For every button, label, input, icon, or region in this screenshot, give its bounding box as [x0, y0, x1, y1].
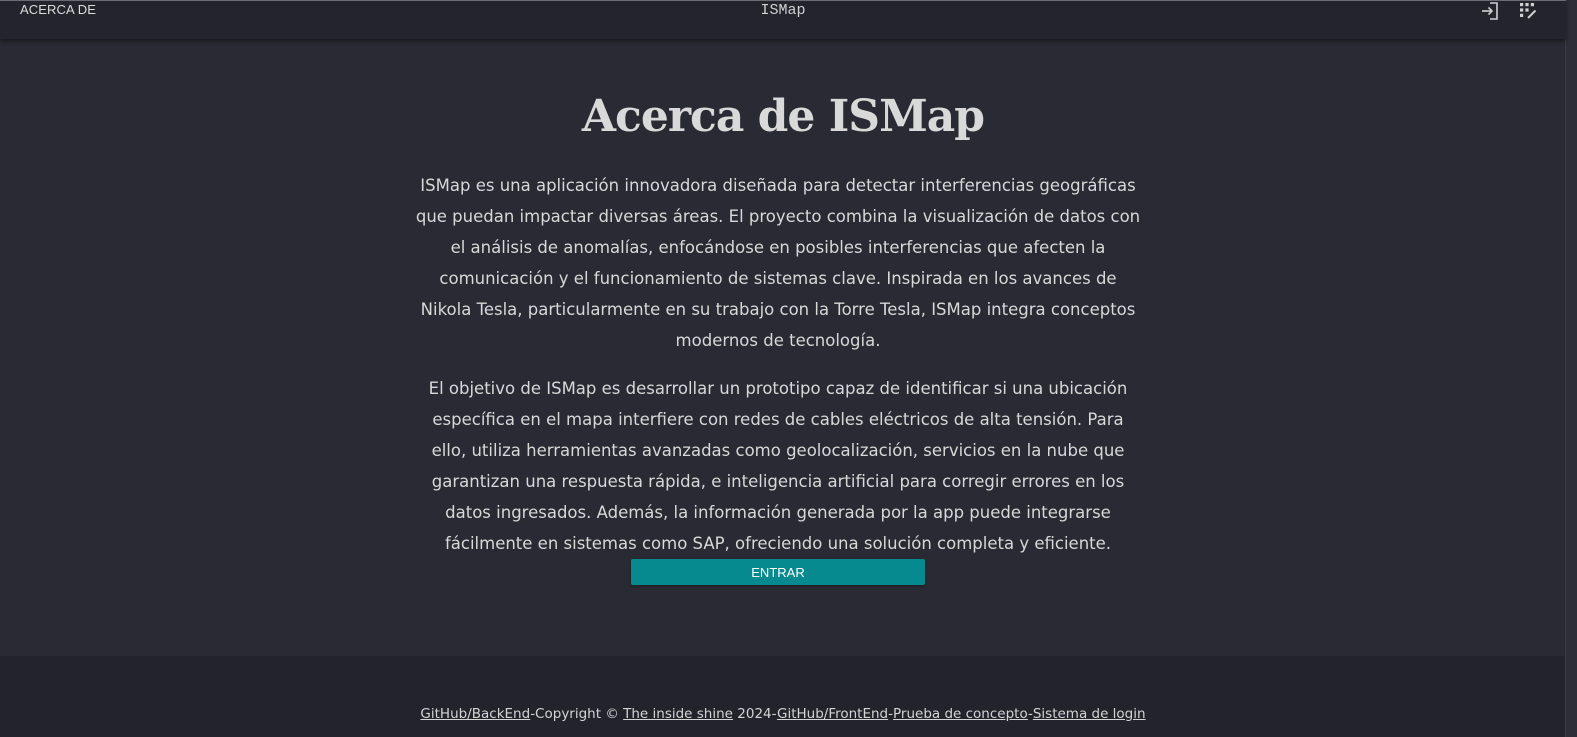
apps-edit-icon[interactable]: [1518, 1, 1538, 21]
objective-paragraph: El objetivo de ISMap es desarrollar un p…: [428, 379, 1128, 553]
page-title: Acerca de ISMap: [581, 91, 985, 142]
year-text: 2024-: [732, 706, 777, 722]
intro-paragraph: ISMap es una aplicación innovadora diseñ…: [415, 176, 1141, 350]
github-backend-link[interactable]: GitHub/BackEnd: [420, 706, 530, 722]
company-link[interactable]: The inside shine: [623, 706, 733, 722]
enter-button[interactable]: ENTRAR: [631, 559, 925, 585]
header-actions: [1480, 1, 1538, 21]
top-app-bar: ACERCA DE ISMap: [0, 0, 1566, 39]
login-icon[interactable]: [1480, 1, 1500, 21]
footer-links: GitHub/BackEnd-Copyright © The inside sh…: [0, 706, 1566, 722]
login-system-link[interactable]: Sistema de login: [1033, 706, 1146, 722]
footer: GitHub/BackEnd-Copyright © The inside sh…: [0, 656, 1566, 737]
copyright-text: -Copyright ©: [530, 706, 624, 722]
about-section: Acerca de ISMap ISMap es una aplicación …: [0, 39, 1566, 656]
app-title: ISMap: [760, 2, 806, 19]
page-scrollbar[interactable]: [1565, 0, 1577, 737]
proof-of-concept-link[interactable]: Prueba de concepto: [893, 706, 1028, 722]
github-frontend-link[interactable]: GitHub/FrontEnd: [777, 706, 888, 722]
